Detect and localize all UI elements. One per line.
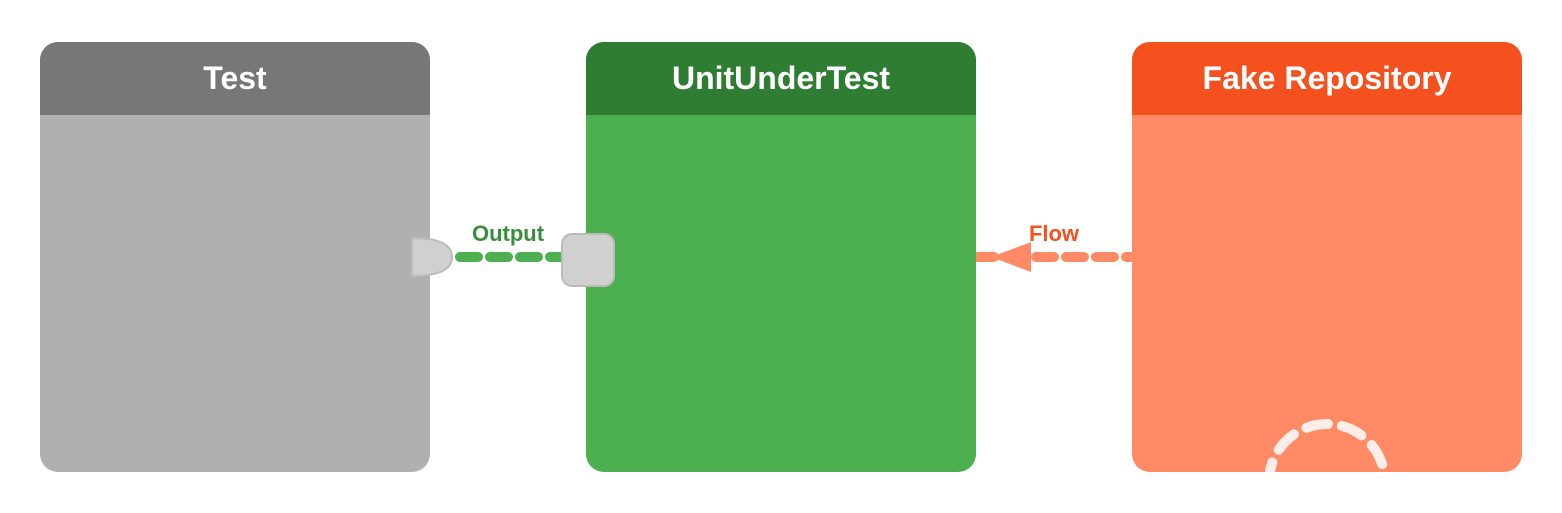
- fake-box-title: Fake Repository: [1203, 60, 1452, 96]
- unit-box-body: [586, 115, 976, 472]
- output-port: [404, 230, 458, 284]
- diagram: Test Output: [0, 0, 1562, 513]
- test-box-body: [40, 115, 430, 472]
- fake-box-header: Fake Repository: [1132, 42, 1522, 115]
- unit-box-wrapper: UnitUnderTest: [586, 42, 976, 472]
- fake-box-wrapper: Fake Repository: [1132, 42, 1522, 472]
- unit-box: UnitUnderTest: [586, 42, 976, 472]
- fake-box: Fake Repository: [1132, 42, 1522, 472]
- boxes-wrapper: Test Output: [40, 30, 1522, 483]
- test-box-title: Test: [203, 60, 266, 96]
- right-connector: Flow: [976, 217, 1132, 297]
- test-box-header: Test: [40, 42, 430, 115]
- unit-box-header: UnitUnderTest: [586, 42, 976, 115]
- test-box-wrapper: Test: [40, 42, 430, 472]
- test-box: Test: [40, 42, 430, 472]
- fake-box-body: [1132, 115, 1522, 472]
- unit-port: [558, 230, 612, 284]
- dashed-circle: [1257, 412, 1397, 472]
- unit-box-title: UnitUnderTest: [672, 60, 890, 96]
